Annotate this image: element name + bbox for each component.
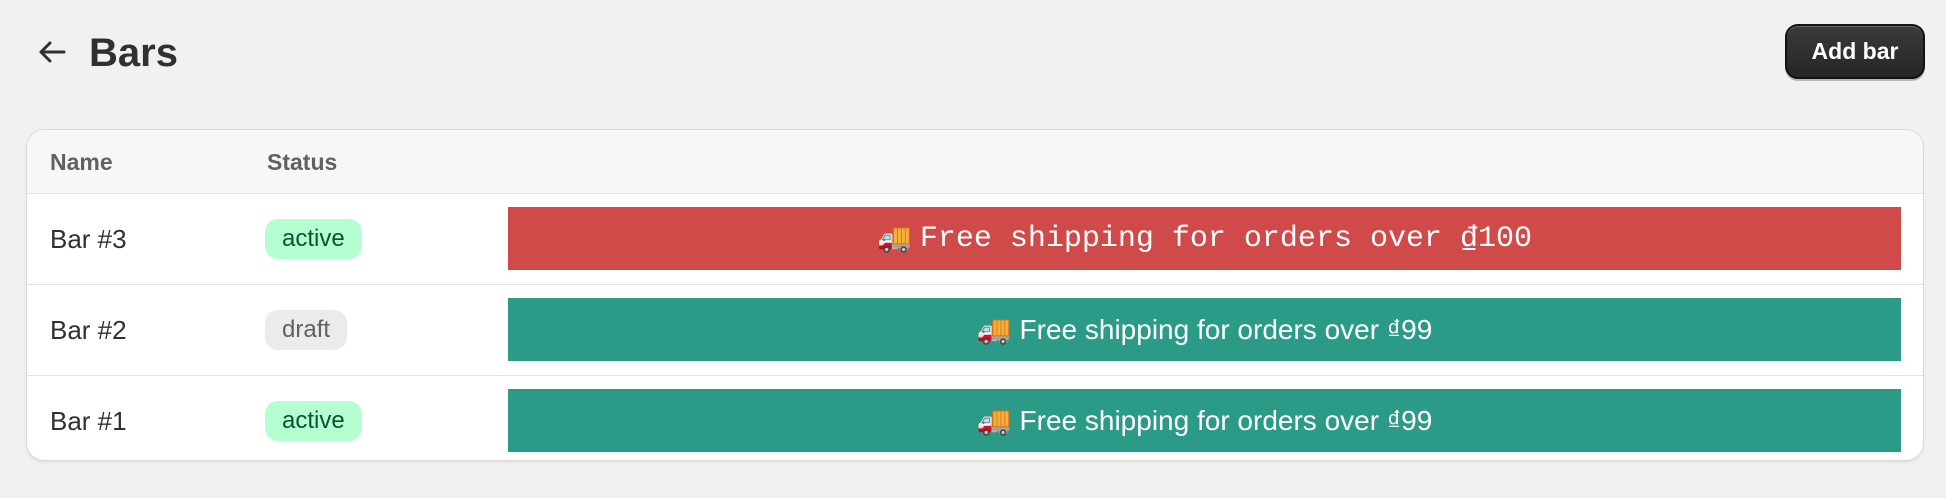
table-header: Name Status xyxy=(27,130,1923,194)
arrow-left-icon xyxy=(39,41,66,63)
bar-name: Bar #3 xyxy=(50,224,127,254)
column-header-status: Status xyxy=(267,149,338,175)
table-row[interactable]: Bar #3 active 🚚 Free shipping for orders… xyxy=(27,194,1923,285)
bars-table: Name Status Bar #3 active 🚚 Free shippin… xyxy=(26,129,1924,461)
status-badge: draft xyxy=(265,310,348,350)
truck-icon: 🚚 xyxy=(976,405,1012,436)
bar-preview-text: Free shipping for orders over ₫99 xyxy=(1019,313,1433,345)
bar-preview: 🚚 Free shipping for orders over ₫99 xyxy=(508,389,1901,452)
page-title: Bars xyxy=(89,31,178,75)
bar-name: Bar #1 xyxy=(50,406,127,436)
table-row[interactable]: Bar #2 draft 🚚 Free shipping for orders … xyxy=(27,285,1923,376)
bar-preview: 🚚 Free shipping for orders over ₫100 xyxy=(508,207,1901,270)
page-header: Bars Add bar xyxy=(0,0,1946,104)
table-row[interactable]: Bar #1 active 🚚 Free shipping for orders… xyxy=(27,376,1923,460)
truck-icon: 🚚 xyxy=(877,225,912,256)
add-bar-button[interactable]: Add bar xyxy=(1785,24,1925,79)
column-header-name: Name xyxy=(50,149,113,175)
status-badge: active xyxy=(265,401,362,441)
status-badge: active xyxy=(265,219,362,259)
bar-preview-text: Free shipping for orders over ₫100 xyxy=(919,221,1532,256)
back-button[interactable] xyxy=(30,30,74,74)
bar-preview-text: Free shipping for orders over ₫99 xyxy=(1019,404,1433,436)
bar-name: Bar #2 xyxy=(50,315,127,345)
truck-icon: 🚚 xyxy=(976,314,1012,345)
bar-preview: 🚚 Free shipping for orders over ₫99 xyxy=(508,298,1901,361)
